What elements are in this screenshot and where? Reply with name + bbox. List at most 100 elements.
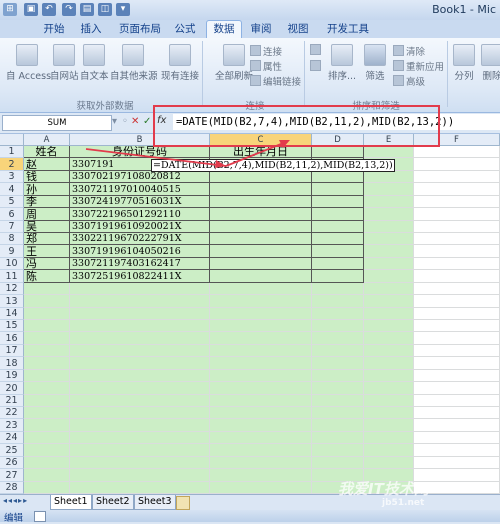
cell[interactable] bbox=[312, 370, 364, 382]
cell[interactable] bbox=[24, 469, 70, 482]
refresh-all-button[interactable]: 全部刷新 bbox=[214, 44, 254, 82]
tab-page-layout[interactable]: 页面布局 bbox=[114, 21, 166, 37]
cell[interactable] bbox=[210, 183, 312, 196]
cell[interactable] bbox=[210, 221, 312, 233]
existing-connections-button[interactable]: 现有连接 bbox=[160, 44, 200, 82]
cell[interactable] bbox=[414, 208, 500, 221]
row-header[interactable]: 17 bbox=[0, 345, 24, 357]
from-text-button[interactable]: 自文本 bbox=[80, 44, 109, 82]
cell[interactable] bbox=[414, 395, 500, 407]
sheet-nav-icon[interactable]: ◂◂◂▸▸ bbox=[3, 496, 28, 505]
cell[interactable] bbox=[210, 245, 312, 258]
tab-formulas[interactable]: 公式 bbox=[171, 21, 199, 37]
redo-icon[interactable]: ↷ bbox=[62, 3, 76, 16]
cell[interactable] bbox=[210, 258, 312, 270]
cell[interactable] bbox=[312, 233, 364, 245]
connections-button[interactable]: 连接 bbox=[250, 44, 282, 58]
name-box-dropdown-icon[interactable]: ▾ bbox=[112, 116, 117, 127]
cell[interactable] bbox=[312, 283, 364, 295]
cell[interactable] bbox=[210, 432, 312, 444]
cell[interactable]: 李 bbox=[24, 196, 70, 208]
cell[interactable] bbox=[364, 332, 414, 345]
row-header[interactable]: 6 bbox=[0, 208, 24, 221]
cell[interactable] bbox=[24, 370, 70, 382]
cell[interactable]: 孙 bbox=[24, 183, 70, 196]
cell[interactable] bbox=[210, 196, 312, 208]
cell[interactable] bbox=[364, 395, 414, 407]
row-header[interactable]: 15 bbox=[0, 320, 24, 332]
cell[interactable] bbox=[414, 146, 500, 158]
reapply-button[interactable]: 重新应用 bbox=[393, 59, 444, 73]
row-header[interactable]: 14 bbox=[0, 308, 24, 320]
cell[interactable]: 330721197403162417 bbox=[70, 258, 210, 270]
cell[interactable] bbox=[70, 332, 210, 345]
cell[interactable] bbox=[364, 357, 414, 370]
cell[interactable] bbox=[210, 320, 312, 332]
row-header[interactable]: 12 bbox=[0, 283, 24, 295]
cell[interactable]: 王 bbox=[24, 245, 70, 258]
enter-icon[interactable]: ✓ bbox=[143, 116, 151, 127]
row-header[interactable]: 3 bbox=[0, 171, 24, 183]
name-box[interactable]: SUM bbox=[2, 115, 112, 131]
filter-button[interactable]: 筛选 bbox=[362, 44, 388, 82]
cell[interactable] bbox=[312, 395, 364, 407]
cell[interactable] bbox=[24, 407, 70, 419]
cell[interactable] bbox=[414, 283, 500, 295]
cell[interactable] bbox=[24, 345, 70, 357]
cell[interactable] bbox=[24, 444, 70, 457]
cell[interactable] bbox=[312, 196, 364, 208]
cell[interactable] bbox=[70, 432, 210, 444]
cell[interactable] bbox=[312, 221, 364, 233]
cell[interactable]: 33022119670222791X bbox=[70, 233, 210, 245]
from-access-button[interactable]: 自 Access bbox=[6, 44, 51, 82]
cell[interactable] bbox=[24, 283, 70, 295]
row-header[interactable]: 8 bbox=[0, 233, 24, 245]
cell[interactable] bbox=[414, 457, 500, 469]
cell[interactable] bbox=[414, 196, 500, 208]
cell[interactable] bbox=[210, 357, 312, 370]
cell[interactable] bbox=[70, 345, 210, 357]
cell[interactable] bbox=[24, 457, 70, 469]
cell[interactable] bbox=[364, 457, 414, 469]
cell[interactable] bbox=[312, 270, 364, 283]
cell[interactable] bbox=[210, 395, 312, 407]
cell[interactable] bbox=[210, 444, 312, 457]
cell[interactable] bbox=[210, 295, 312, 308]
cell[interactable] bbox=[364, 245, 414, 258]
cell[interactable] bbox=[312, 419, 364, 432]
cell[interactable] bbox=[364, 196, 414, 208]
cell[interactable] bbox=[414, 419, 500, 432]
row-header[interactable]: 21 bbox=[0, 395, 24, 407]
cell[interactable] bbox=[414, 258, 500, 270]
cell[interactable] bbox=[210, 233, 312, 245]
cell[interactable] bbox=[210, 270, 312, 283]
cell[interactable] bbox=[364, 370, 414, 382]
cell[interactable]: 出生年月日 bbox=[210, 146, 312, 158]
cell[interactable] bbox=[210, 283, 312, 295]
row-header[interactable]: 27 bbox=[0, 469, 24, 482]
cell[interactable] bbox=[210, 345, 312, 357]
cell[interactable] bbox=[312, 345, 364, 357]
cell[interactable] bbox=[364, 419, 414, 432]
cell[interactable]: 钱 bbox=[24, 171, 70, 183]
from-web-button[interactable]: 自网站 bbox=[50, 44, 79, 82]
advanced-button[interactable]: 高级 bbox=[393, 74, 425, 88]
row-header[interactable]: 25 bbox=[0, 444, 24, 457]
row-header[interactable]: 9 bbox=[0, 245, 24, 258]
cell[interactable] bbox=[414, 245, 500, 258]
cell[interactable] bbox=[70, 370, 210, 382]
sort-az-button[interactable] bbox=[310, 44, 323, 57]
cell[interactable] bbox=[24, 320, 70, 332]
sheet-tab-2[interactable]: Sheet2 bbox=[92, 495, 134, 510]
row-header[interactable]: 10 bbox=[0, 258, 24, 270]
remove-duplicates-button[interactable]: 删除 bbox=[480, 44, 500, 82]
row-header[interactable]: 13 bbox=[0, 295, 24, 308]
cell[interactable] bbox=[414, 308, 500, 320]
cell[interactable] bbox=[312, 258, 364, 270]
cell[interactable] bbox=[414, 171, 500, 183]
row-header[interactable]: 11 bbox=[0, 270, 24, 283]
cell[interactable]: 330702197108020812 bbox=[70, 171, 210, 183]
row-header[interactable]: 5 bbox=[0, 196, 24, 208]
cell[interactable] bbox=[364, 320, 414, 332]
cell[interactable] bbox=[364, 221, 414, 233]
